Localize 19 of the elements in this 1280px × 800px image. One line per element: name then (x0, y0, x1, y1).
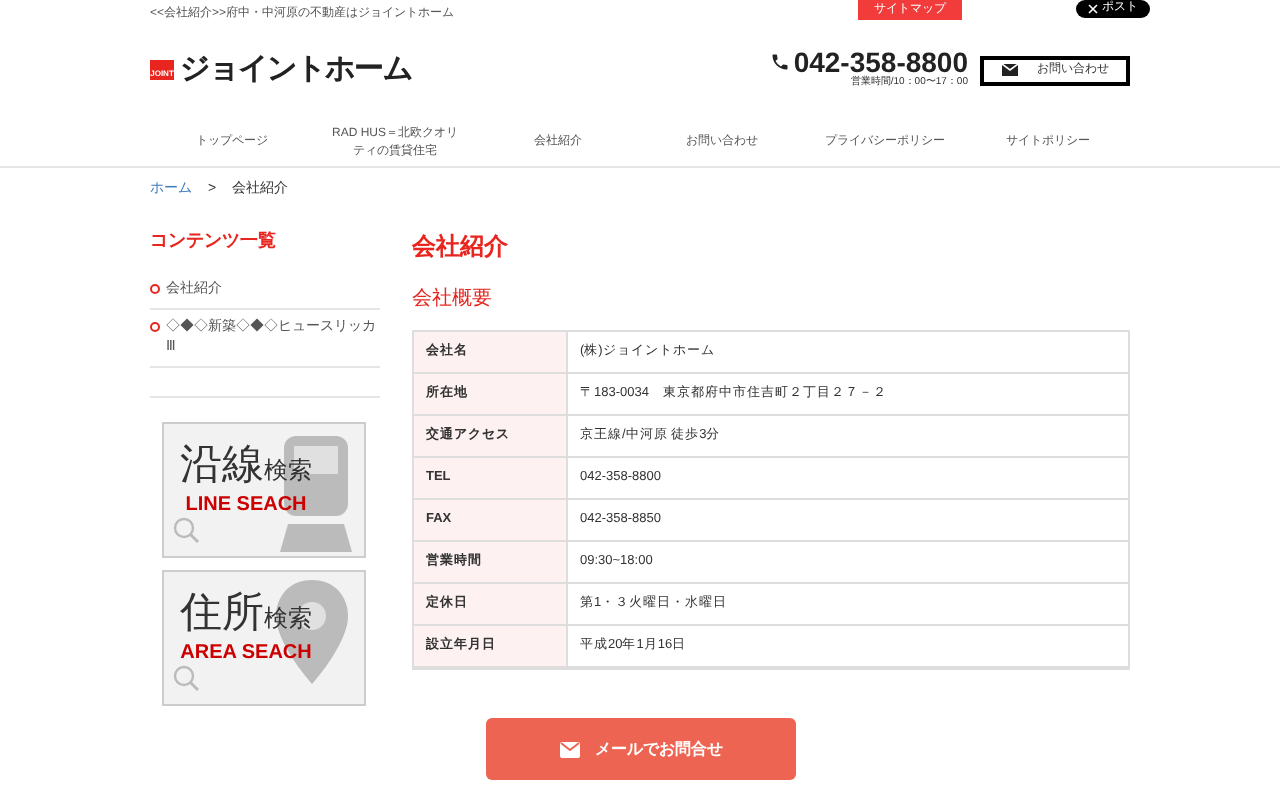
banner-title: 住所検索 (180, 591, 312, 633)
banner-subtitle: AREA SEACH (180, 639, 312, 667)
sidebar-title: コンテンツ一覧 (150, 228, 278, 254)
search-banner[interactable]: 住所検索 AREA SEACH (162, 569, 366, 705)
page-title: 会社紹介 (412, 230, 510, 264)
magnifier-icon (172, 515, 200, 543)
bullet-icon (150, 283, 160, 293)
mail-icon (1001, 64, 1017, 76)
phone-number: 042-358-8800 (793, 48, 968, 77)
section-title: 会社概要 (412, 285, 494, 314)
phone-icon (769, 52, 790, 73)
banner-title: 沿線検索 (180, 443, 312, 485)
bullet-icon (150, 321, 160, 331)
magnifier-icon (172, 663, 200, 691)
search-banner[interactable]: 沿線検索 LINE SEACH (162, 421, 366, 557)
banner-subtitle: LINE SEACH (185, 491, 307, 519)
logo-text[interactable]: ジョイントホーム (180, 47, 412, 93)
mail-icon (559, 741, 579, 757)
x-logo-icon (1088, 4, 1098, 14)
